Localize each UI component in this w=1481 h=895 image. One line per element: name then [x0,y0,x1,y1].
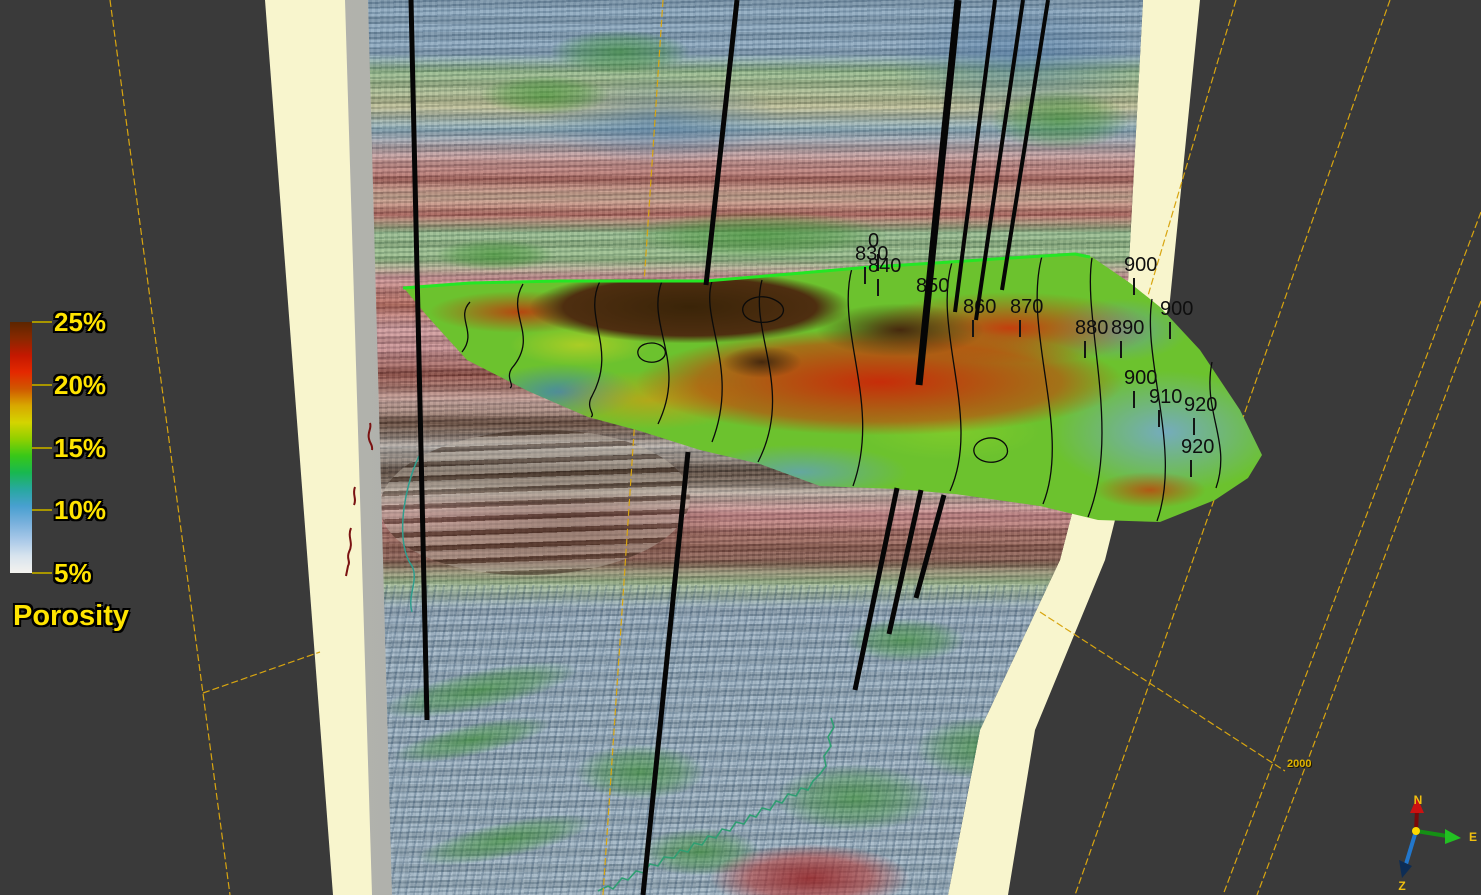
colorbar-label: 25% [54,307,107,337]
well-paths [408,0,1050,895]
north-axis-label: N [1414,793,1423,807]
well-path [408,0,430,721]
grid-coordinate-label: 2000 [1287,758,1312,770]
well-path [703,0,740,286]
colorbar-label: 20% [54,369,107,400]
legend-title: Porosity [13,600,130,632]
well-path [913,494,947,599]
colorbar-tick [32,383,52,386]
well-path [640,451,691,895]
colorbar-tick [32,446,52,449]
axis-triad: N E Z [1398,793,1477,893]
well-path [915,0,962,386]
colorbar-label: 10% [54,495,107,526]
colorbar-tick [32,572,52,574]
colorbar-label: 5% [54,558,92,588]
well-path [852,487,900,691]
porosity-colorbar [10,322,32,573]
down-axis-label: Z [1398,879,1405,893]
well-path [1000,0,1050,291]
colorbar-label: 15% [54,432,107,463]
porosity-legend: Porosity 25% 20% 15% 10% 5% [10,305,180,655]
well-path [953,0,997,313]
east-axis-shaft [1415,829,1448,838]
colorbar-tick [32,509,52,512]
colorbar-tick [32,321,52,323]
east-axis-label: E [1469,830,1477,844]
well-path [974,0,1025,321]
axis-origin-dot [1412,827,1420,835]
down-axis-shaft [1404,830,1418,865]
east-axis-arrowhead [1445,829,1461,844]
3d-viewport[interactable]: 0830840850860870880890900900900910920920… [0,0,1481,895]
